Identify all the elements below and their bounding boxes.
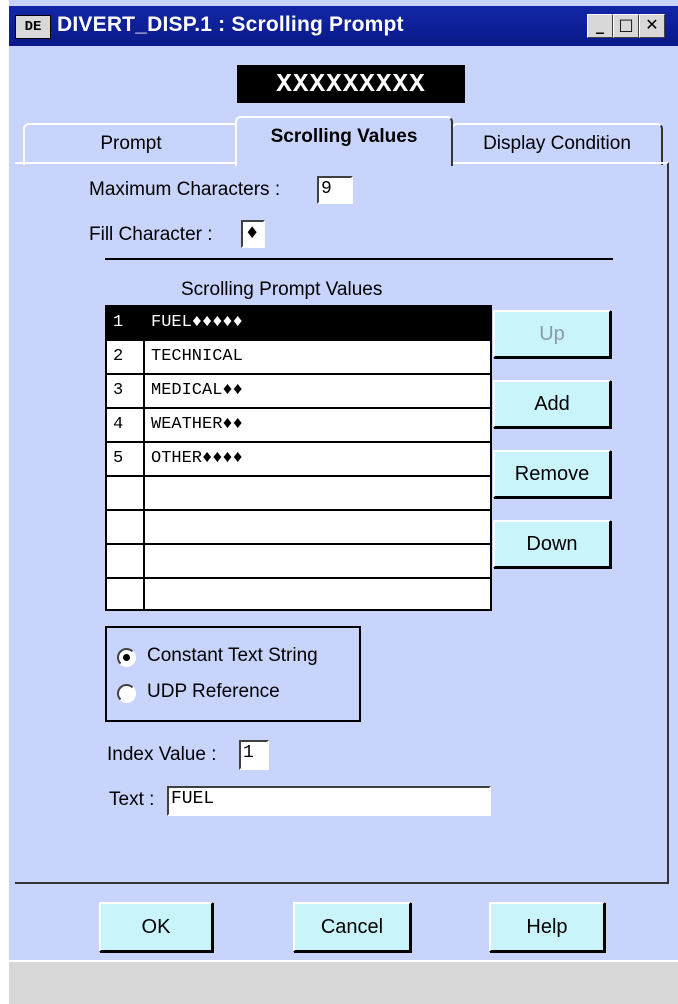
remove-button[interactable]: Remove	[493, 450, 611, 498]
constant-text-radio[interactable]	[117, 648, 136, 667]
cancel-button[interactable]: Cancel	[293, 902, 411, 952]
text-input[interactable]: FUEL	[167, 786, 491, 816]
list-title: Scrolling Prompt Values	[181, 279, 383, 300]
maximize-icon[interactable]: □	[613, 14, 639, 38]
udp-reference-label[interactable]: UDP Reference	[147, 681, 280, 703]
prompt-preview: XXXXXXXXX	[237, 65, 465, 103]
row-index: 3	[113, 381, 124, 400]
row-index: 4	[113, 415, 124, 434]
table-row[interactable]: 5 OTHER♦♦♦♦	[107, 443, 490, 477]
max-characters-input[interactable]: 9	[317, 176, 353, 204]
scrolling-values-grid[interactable]: 1 FUEL♦♦♦♦♦ 2 TECHNICAL 3 MEDICAL♦♦ 4 WEATHE…	[105, 305, 492, 611]
row-value: TECHNICAL	[151, 347, 243, 366]
fill-character-label: Fill Character :	[89, 224, 213, 245]
add-button[interactable]: Add	[493, 380, 611, 428]
separator-line	[105, 258, 613, 260]
table-row[interactable]	[107, 477, 490, 511]
ok-button[interactable]: OK	[99, 902, 213, 952]
table-row[interactable]: 2 TECHNICAL	[107, 341, 490, 375]
row-index: 5	[113, 449, 124, 468]
minimize-icon[interactable]: _	[587, 14, 613, 38]
fill-character-input[interactable]: ♦	[241, 220, 265, 248]
up-button[interactable]: Up	[493, 310, 611, 358]
row-index: 1	[113, 313, 124, 332]
table-row[interactable]	[107, 511, 490, 545]
row-index: 2	[113, 347, 124, 366]
dialog-window: DE DIVERT_DISP.1 : Scrolling Prompt _ □ …	[7, 0, 678, 1004]
tab-prompt[interactable]: Prompt	[23, 123, 239, 165]
row-value: WEATHER♦♦	[151, 415, 243, 434]
column-divider	[143, 307, 145, 609]
table-row[interactable]: 3 MEDICAL♦♦	[107, 375, 490, 409]
row-value: OTHER♦♦♦♦	[151, 449, 243, 468]
tab-display-condition[interactable]: Display Condition	[451, 123, 663, 165]
table-row[interactable]: 4 WEATHER♦♦	[107, 409, 490, 443]
constant-text-label[interactable]: Constant Text String	[147, 645, 318, 667]
index-value-label: Index Value :	[107, 744, 217, 765]
status-bar	[9, 960, 678, 1004]
tab-scrolling-values[interactable]: Scrolling Values	[235, 116, 453, 166]
title-bar[interactable]: DE DIVERT_DISP.1 : Scrolling Prompt _ □ …	[9, 6, 678, 46]
udp-reference-radio[interactable]	[117, 684, 136, 703]
down-button[interactable]: Down	[493, 520, 611, 568]
index-value-input[interactable]: 1	[239, 740, 269, 770]
text-label: Text :	[109, 789, 155, 810]
max-characters-label: Maximum Characters :	[89, 179, 281, 200]
table-row[interactable]: 1 FUEL♦♦♦♦♦	[107, 307, 490, 341]
window-title: DIVERT_DISP.1 : Scrolling Prompt	[57, 13, 404, 36]
radio-selected-dot	[123, 654, 130, 661]
row-value: FUEL♦♦♦♦♦	[151, 313, 243, 332]
close-icon[interactable]: ✕	[639, 14, 665, 38]
text-source-group: Constant Text String UDP Reference	[105, 626, 361, 722]
table-row[interactable]	[107, 579, 490, 613]
help-button[interactable]: Help	[489, 902, 605, 952]
row-value: MEDICAL♦♦	[151, 381, 243, 400]
app-icon: DE	[15, 15, 51, 39]
table-row[interactable]	[107, 545, 490, 579]
